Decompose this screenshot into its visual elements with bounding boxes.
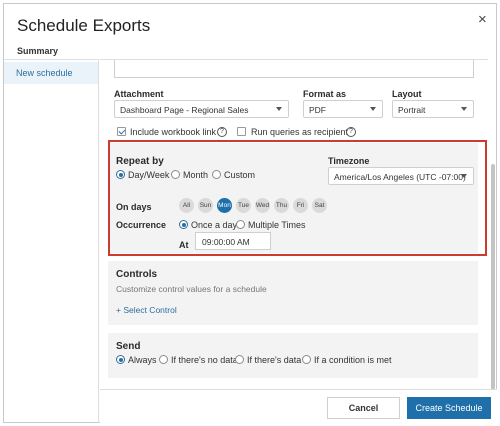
chevron-down-icon xyxy=(276,107,282,111)
run-as-recipient-label: Run queries as recipient xyxy=(251,127,349,137)
chevron-down-icon xyxy=(461,107,467,111)
send-condition-label: If a condition is met xyxy=(314,355,392,365)
close-icon[interactable]: × xyxy=(478,12,487,27)
sidebar: New schedule xyxy=(4,59,99,422)
schedule-exports-dialog: Schedule Exports × Summary New schedule … xyxy=(3,3,497,423)
chevron-down-icon xyxy=(370,107,376,111)
sidebar-item-new-schedule[interactable]: New schedule xyxy=(4,62,98,84)
send-no-data-radio[interactable] xyxy=(159,355,168,364)
attachment-select[interactable]: Dashboard Page - Regional Sales xyxy=(114,100,289,118)
send-always-radio[interactable] xyxy=(116,355,125,364)
dialog-footer: Cancel Create Schedule xyxy=(100,389,497,423)
help-icon[interactable]: ? xyxy=(346,127,356,137)
layout-value: Portrait xyxy=(398,105,426,115)
sidebar-heading-summary[interactable]: Summary xyxy=(17,46,58,56)
message-textarea[interactable] xyxy=(114,60,474,78)
send-has-data-label: If there's data xyxy=(247,355,302,365)
controls-subtitle: Customize control values for a schedule xyxy=(116,284,267,294)
include-workbook-link-label: Include workbook link xyxy=(130,127,217,137)
send-title: Send xyxy=(116,341,141,352)
run-as-recipient-checkbox[interactable] xyxy=(237,127,246,136)
cancel-button[interactable]: Cancel xyxy=(327,397,400,419)
send-always-label: Always xyxy=(128,355,157,365)
send-has-data-radio[interactable] xyxy=(235,355,244,364)
send-panel: Send Always If there's no data If there'… xyxy=(108,333,478,378)
repeat-highlight-box xyxy=(108,140,487,256)
controls-title: Controls xyxy=(116,269,158,280)
create-schedule-button[interactable]: Create Schedule xyxy=(407,397,491,419)
format-label: Format as xyxy=(303,89,347,99)
include-workbook-link-checkbox[interactable] xyxy=(117,127,126,136)
format-select[interactable]: PDF xyxy=(303,100,383,118)
layout-label: Layout xyxy=(392,89,422,99)
dialog-title: Schedule Exports xyxy=(17,16,151,35)
attachment-value: Dashboard Page - Regional Sales xyxy=(120,105,249,115)
format-value: PDF xyxy=(309,105,326,115)
send-no-data-label: If there's no data xyxy=(171,355,238,365)
attachment-label: Attachment xyxy=(114,89,164,99)
controls-panel: Controls Customize control values for a … xyxy=(108,261,478,325)
scrollbar[interactable] xyxy=(491,164,495,390)
help-icon[interactable]: ? xyxy=(217,127,227,137)
select-control-link[interactable]: + Select Control xyxy=(116,305,177,315)
send-condition-radio[interactable] xyxy=(302,355,311,364)
layout-select[interactable]: Portrait xyxy=(392,100,474,118)
